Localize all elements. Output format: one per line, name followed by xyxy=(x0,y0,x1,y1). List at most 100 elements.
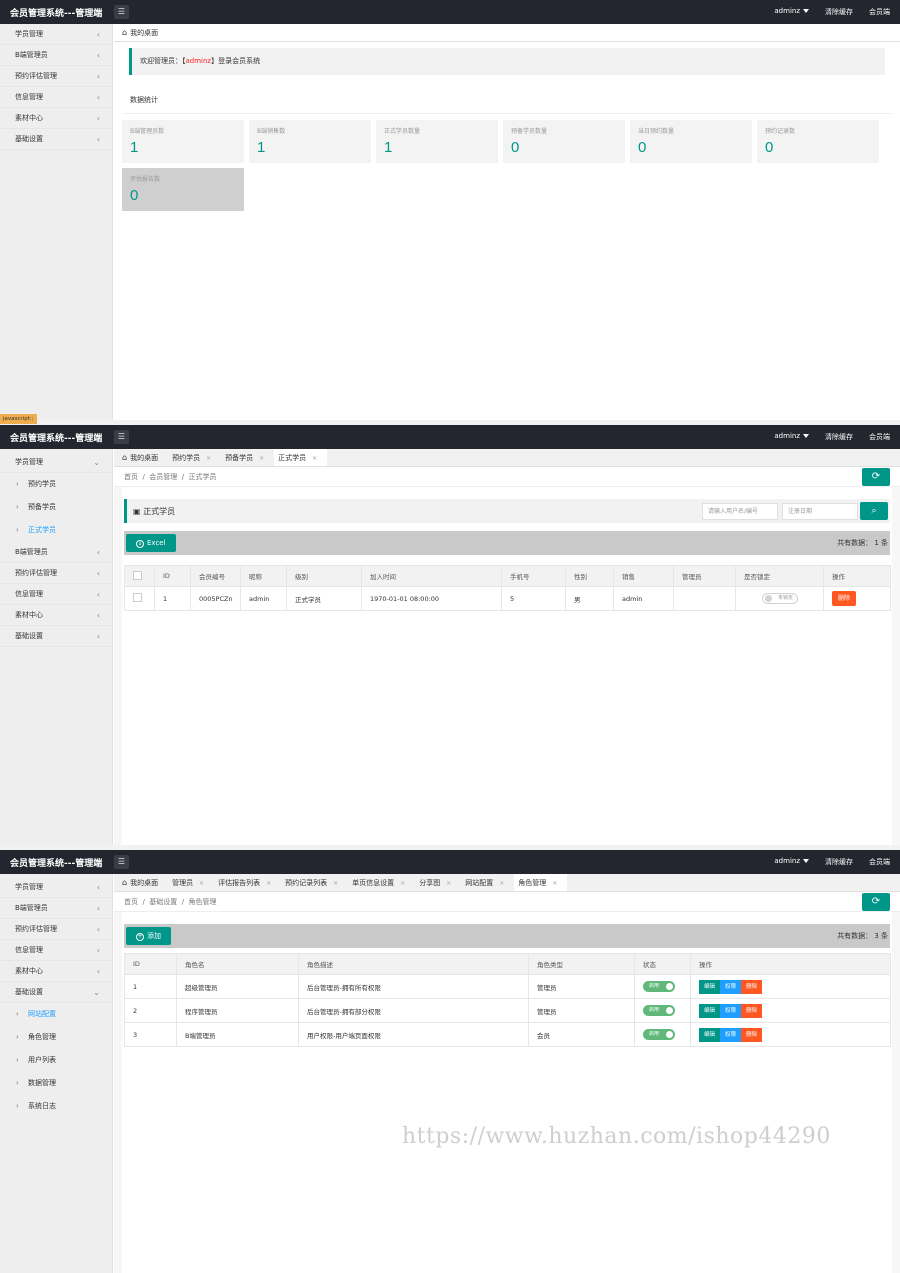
sidebar-item-appointment[interactable]: 预约评估管理 ‹ xyxy=(0,66,112,87)
header-select[interactable] xyxy=(124,565,155,587)
tab-reports[interactable]: 评估报告列表 ✕ xyxy=(214,874,281,891)
tab-site-config[interactable]: 网站配置 ✕ xyxy=(461,874,514,891)
tab-prep-students[interactable]: 预备学员 ✕ xyxy=(221,449,274,466)
tab-desktop[interactable]: ⌂ 我的桌面 xyxy=(118,874,168,891)
excel-button[interactable]: ↓ Excel xyxy=(126,534,176,552)
row-select[interactable] xyxy=(124,586,155,611)
clear-cache-link[interactable]: 清除缓存 xyxy=(825,857,853,867)
close-icon[interactable]: ✕ xyxy=(259,455,264,462)
status-toggle[interactable]: 启用 xyxy=(643,1029,675,1040)
sidebar-sub-formal-students[interactable]: › 正式学员 xyxy=(0,519,112,542)
permission-button[interactable]: 权限 xyxy=(720,1027,742,1042)
member-side-link[interactable]: 会员端 xyxy=(869,432,890,442)
stat-b-admins[interactable]: B端管理员数 1 xyxy=(122,120,244,163)
permission-button[interactable]: 权限 xyxy=(720,1003,742,1018)
close-icon[interactable]: ✕ xyxy=(199,880,204,887)
sidebar-item-info[interactable]: 信息管理 ‹ xyxy=(0,940,112,961)
stat-prep-students[interactable]: 预备学员数量 0 xyxy=(503,120,625,163)
sidebar-sub-users[interactable]: › 用户列表 xyxy=(0,1049,112,1072)
sidebar-sub-appointment-students[interactable]: › 预约学员 xyxy=(0,473,112,496)
close-icon[interactable]: ✕ xyxy=(266,880,271,887)
close-icon[interactable]: ✕ xyxy=(446,880,451,887)
close-icon[interactable]: ✕ xyxy=(400,880,405,887)
delete-button[interactable]: 删除 xyxy=(832,591,857,606)
member-side-link[interactable]: 会员端 xyxy=(869,7,890,17)
sidebar-item-materials[interactable]: 素材中心 ‹ xyxy=(0,961,112,982)
breadcrumb-home[interactable]: 首页 xyxy=(124,473,138,481)
sidebar-item-b-admin[interactable]: B端管理员 ‹ xyxy=(0,898,112,919)
permission-button[interactable]: 权限 xyxy=(720,979,742,994)
tab-appointment-students[interactable]: 预约学员 ✕ xyxy=(168,449,221,466)
breadcrumb-settings[interactable]: 基础设置 xyxy=(149,898,177,906)
tab-share-image[interactable]: 分享图 ✕ xyxy=(415,874,461,891)
top-navbar: 会员管理系统---管理端 ☰ adminz 清除缓存 会员端 xyxy=(0,0,900,24)
stat-appointment-records[interactable]: 预约记录数 0 xyxy=(757,120,879,163)
tab-roles[interactable]: 角色管理 ✕ xyxy=(514,874,568,891)
menu-toggle-icon[interactable]: ☰ xyxy=(114,855,129,869)
top-navbar: 会员管理系统---管理端 ☰ adminz 清除缓存 会员端 xyxy=(0,425,900,449)
edit-button[interactable]: 编辑 xyxy=(699,1003,721,1018)
sidebar-item-students[interactable]: 学员管理 ‹ xyxy=(0,877,112,898)
breadcrumb-member[interactable]: 会员管理 xyxy=(149,473,177,481)
search-button[interactable]: ⌕ xyxy=(860,502,888,520)
user-menu[interactable]: adminz xyxy=(774,857,809,867)
sidebar-item-b-admin[interactable]: B端管理员 ‹ xyxy=(0,45,112,66)
tab-desktop[interactable]: ⌂ 我的桌面 xyxy=(118,24,169,41)
refresh-button[interactable]: ⟳ xyxy=(862,893,890,911)
sidebar-sub-prep-students[interactable]: › 预备学员 xyxy=(0,496,112,519)
menu-toggle-icon[interactable]: ☰ xyxy=(114,430,129,444)
close-icon[interactable]: ✕ xyxy=(206,455,211,462)
tab-single-page[interactable]: 单页信息设置 ✕ xyxy=(348,874,415,891)
sidebar-item-appointment[interactable]: 预约评估管理 ‹ xyxy=(0,919,112,940)
close-icon[interactable]: ✕ xyxy=(312,455,317,462)
select-all-checkbox[interactable] xyxy=(133,570,142,580)
sidebar-item-materials[interactable]: 素材中心 ‹ xyxy=(0,108,112,129)
member-side-link[interactable]: 会员端 xyxy=(869,857,890,867)
sidebar-item-students[interactable]: 学员管理 ‹ xyxy=(0,24,112,45)
delete-button[interactable]: 删除 xyxy=(741,979,763,994)
tab-appointments[interactable]: 预约记录列表 ✕ xyxy=(281,874,348,891)
sidebar-item-b-admin[interactable]: B端管理员 ‹ xyxy=(0,542,112,563)
refresh-button[interactable]: ⟳ xyxy=(862,468,890,486)
delete-button[interactable]: 删除 xyxy=(741,1027,763,1042)
status-toggle[interactable]: 启用 xyxy=(643,981,675,992)
stat-today-appointments[interactable]: 当日预约数量 0 xyxy=(630,120,752,163)
user-menu[interactable]: adminz xyxy=(774,7,809,17)
delete-button[interactable]: 删除 xyxy=(741,1003,763,1018)
sidebar-item-materials[interactable]: 素材中心 ‹ xyxy=(0,605,112,626)
breadcrumb-home[interactable]: 首页 xyxy=(124,898,138,906)
close-icon[interactable]: ✕ xyxy=(499,880,504,887)
sidebar-item-settings[interactable]: 基础设置 ⌄ xyxy=(0,982,112,1003)
sidebar-item-settings[interactable]: 基础设置 ‹ xyxy=(0,626,112,647)
menu-toggle-icon[interactable]: ☰ xyxy=(114,5,129,19)
stat-b-sales[interactable]: B端销售数 1 xyxy=(249,120,371,163)
sidebar-sub-logs[interactable]: › 系统日志 xyxy=(0,1095,112,1118)
row-checkbox[interactable] xyxy=(133,593,142,602)
edit-button[interactable]: 编辑 xyxy=(699,1027,721,1042)
sidebar-item-students[interactable]: 学员管理 ⌄ xyxy=(0,452,112,473)
sidebar-sub-roles[interactable]: › 角色管理 xyxy=(0,1026,112,1049)
sidebar-item-settings[interactable]: 基础设置 ‹ xyxy=(0,129,112,150)
sidebar-item-info[interactable]: 信息管理 ‹ xyxy=(0,584,112,605)
edit-button[interactable]: 编辑 xyxy=(699,979,721,994)
sidebar-item-appointment[interactable]: 预约评估管理 ‹ xyxy=(0,563,112,584)
clear-cache-link[interactable]: 清除缓存 xyxy=(825,432,853,442)
lock-toggle[interactable]: 未锁定 xyxy=(761,593,798,604)
tab-formal-students[interactable]: 正式学员 ✕ xyxy=(274,449,328,466)
cell-role-type: 管理员 xyxy=(528,998,635,1023)
close-icon[interactable]: ✕ xyxy=(552,880,557,887)
tab-admins[interactable]: 管理员 ✕ xyxy=(168,874,214,891)
sidebar-sub-site-config[interactable]: › 网站配置 xyxy=(0,1003,112,1026)
add-button[interactable]: + 添加 xyxy=(126,927,171,945)
sidebar-item-info[interactable]: 信息管理 ‹ xyxy=(0,87,112,108)
close-icon[interactable]: ✕ xyxy=(333,880,338,887)
status-toggle[interactable]: 启用 xyxy=(643,1005,675,1016)
user-menu[interactable]: adminz xyxy=(774,432,809,442)
stat-formal-students[interactable]: 正式学员数量 1 xyxy=(376,120,498,163)
stat-reports[interactable]: 评估报告数 0 xyxy=(122,168,244,211)
date-input[interactable]: 注册日期 xyxy=(782,503,858,520)
sidebar-sub-data[interactable]: › 数据管理 xyxy=(0,1072,112,1095)
tab-desktop[interactable]: ⌂ 我的桌面 xyxy=(118,449,168,466)
clear-cache-link[interactable]: 清除缓存 xyxy=(825,7,853,17)
search-input[interactable]: 请输入用户名/编号 xyxy=(702,503,778,520)
